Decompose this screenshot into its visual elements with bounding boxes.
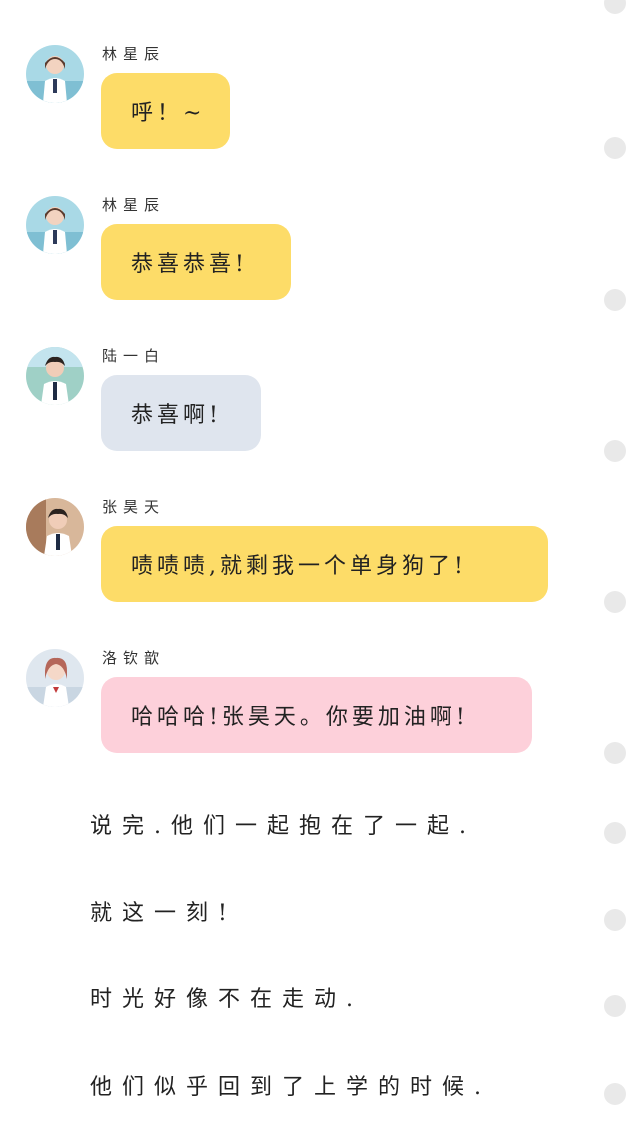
scroll-dot <box>604 289 626 311</box>
sender-name: 张昊天 <box>102 498 166 516</box>
girl-avatar[interactable] <box>26 649 84 707</box>
sender-name: 陆一白 <box>102 347 166 365</box>
narration-text: 时光好像不在走动. <box>90 987 363 1012</box>
narration-text: 他们似乎回到了上学的时候. <box>90 1075 491 1100</box>
scroll-dot <box>604 0 626 14</box>
narration-text: 就这一刻! <box>90 901 237 926</box>
narration-text: 说完.他们一起抱在了一起. <box>90 814 476 839</box>
message-bubble[interactable]: 恭喜恭喜! <box>101 224 291 300</box>
girl-avatar[interactable] <box>26 45 84 103</box>
scroll-dot <box>604 440 626 462</box>
girl-avatar[interactable] <box>26 196 84 254</box>
message-bubble[interactable]: 恭喜啊! <box>101 375 261 451</box>
sender-name: 洛钦歆 <box>102 649 166 667</box>
message-bubble[interactable]: 啧啧啧,就剩我一个单身狗了! <box>101 526 548 602</box>
scroll-dot <box>604 137 626 159</box>
scroll-dot <box>604 591 626 613</box>
scroll-dot <box>604 1083 626 1105</box>
message-bubble[interactable]: 呼！~ <box>101 73 230 149</box>
message-bubble[interactable]: 哈哈哈!张昊天。你要加油啊! <box>101 677 532 753</box>
boy-avatar[interactable] <box>26 347 84 405</box>
scroll-dot <box>604 742 626 764</box>
sender-name: 林星辰 <box>102 196 166 214</box>
scroll-dot <box>604 995 626 1017</box>
boy-avatar[interactable] <box>26 498 84 556</box>
sender-name: 林星辰 <box>102 45 166 63</box>
scroll-dot <box>604 822 626 844</box>
scroll-dot <box>604 909 626 931</box>
